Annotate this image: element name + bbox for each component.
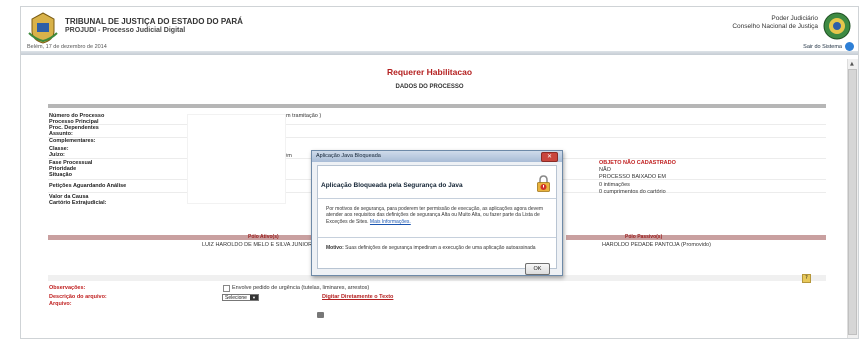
java-blocked-dialog: Aplicação Java Bloqueada ✕ Aplicação Blo… [311, 150, 563, 276]
reason-label: Motivo: [326, 245, 344, 251]
row-divider [48, 137, 826, 138]
section-subtitle: DADOS DO PROCESSO [395, 84, 464, 90]
digitar-texto-link[interactable]: Digitar Diretamente o Texto [322, 294, 393, 300]
dialog-separator [318, 198, 556, 199]
dialog-window-title: Aplicação Java Bloqueada [316, 153, 381, 159]
polo-ativo-value: LUIZ HAROLDO DE MELO E SILVA JUNIOR (Pro [202, 242, 325, 248]
dialog-close-button[interactable]: ✕ [541, 152, 558, 162]
label-complementares: Complementares: [49, 138, 96, 144]
header-bar [21, 51, 858, 55]
polo-passivo-bar [566, 235, 826, 240]
page-title: Requerer Habilitacao [386, 67, 473, 77]
scrollbar-thumb[interactable] [848, 69, 857, 335]
cnj-seal-icon [823, 12, 851, 40]
dialog-reason: Motivo: Suas definições de segurança imp… [326, 245, 551, 251]
printer-icon[interactable] [317, 312, 324, 318]
polo-ativo-label: Pólo Ativo(s) [248, 234, 279, 240]
power-line2: Conselho Nacional de Justiça [732, 23, 818, 30]
descricao-select-value: Selecione [225, 295, 247, 301]
dialog-body-text: Por motivos de segurança, para poderem t… [326, 206, 544, 225]
site-header: TRIBUNAL DE JUSTIÇA DO ESTADO DO PARÁ PR… [21, 7, 858, 51]
scroll-up-icon[interactable]: ▲ [850, 61, 854, 67]
dialog-content: Aplicação Bloqueada pela Segurança do Ja… [317, 165, 557, 269]
descricao-select[interactable]: Selecione ▼ [222, 294, 259, 301]
help-icon[interactable]: ? [802, 274, 811, 283]
label-cartorio: Cartório Extrajudicial: [49, 200, 107, 206]
observacoes-label: Observações: [49, 285, 86, 291]
warning-lock-icon [537, 175, 550, 192]
label-situacao: Situação [49, 172, 72, 178]
intimacoes-value: 0 intimações [599, 182, 630, 188]
label-peticoes: Petições Aguardando Análise [49, 183, 127, 189]
dialog-titlebar[interactable]: Aplicação Java Bloqueada ✕ [312, 151, 562, 162]
system-name: PROJUDI - Processo Judicial Digital [65, 27, 186, 34]
more-info-link[interactable]: Mais Informações. [370, 219, 411, 225]
power-line1: Poder Judiciário [771, 15, 818, 22]
objeto-value: OBJETO NÃO CADASTRADO [599, 160, 676, 166]
power-block: Poder Judiciário Conselho Nacional de Ju… [732, 15, 818, 31]
reason-text: Suas definições de segurança impediram a… [345, 245, 536, 251]
dialog-separator [318, 237, 556, 238]
court-name: TRIBUNAL DE JUSTIÇA DO ESTADO DO PARÁ [65, 17, 243, 26]
prioridade-value: NÃO [599, 167, 611, 173]
court-crest-icon [28, 12, 58, 44]
situacao-value: PROCESSO BAIXADO EM [599, 174, 666, 180]
urgencia-label: Envolve pedido de urgência (tutelas, lim… [232, 285, 370, 291]
exit-link[interactable]: Sair do Sistema [803, 44, 842, 50]
urgencia-checkbox[interactable] [223, 285, 230, 292]
browser-page: TRIBUNAL DE JUSTIÇA DO ESTADO DO PARÁ PR… [20, 6, 859, 339]
ok-button[interactable]: OK [525, 263, 550, 275]
polo-passivo-value: HAROLDO PEDADE PANTOJA (Promovido) [602, 242, 711, 248]
numero-suffix: em tramitação ) [283, 113, 322, 119]
arquivo-label: Arquivo: [49, 301, 72, 307]
dialog-body: Por motivos de segurança, para poderem t… [326, 206, 546, 225]
chevron-down-icon[interactable]: ▼ [250, 295, 258, 300]
dialog-heading: Aplicação Bloqueada pela Segurança do Ja… [321, 182, 463, 189]
redacted-values [187, 114, 286, 204]
descricao-label: Descrição do arquivo: [49, 294, 107, 300]
exit-icon[interactable] [845, 42, 854, 51]
section-bar [48, 104, 826, 108]
polo-passivo-label: Pólo Passivo(s) [625, 234, 663, 240]
cumprimentos-value: 0 cumprimentos do cartório [599, 189, 666, 195]
date-line: Belém, 17 de dezembro de 2014 [27, 44, 107, 50]
row-divider [48, 124, 826, 125]
